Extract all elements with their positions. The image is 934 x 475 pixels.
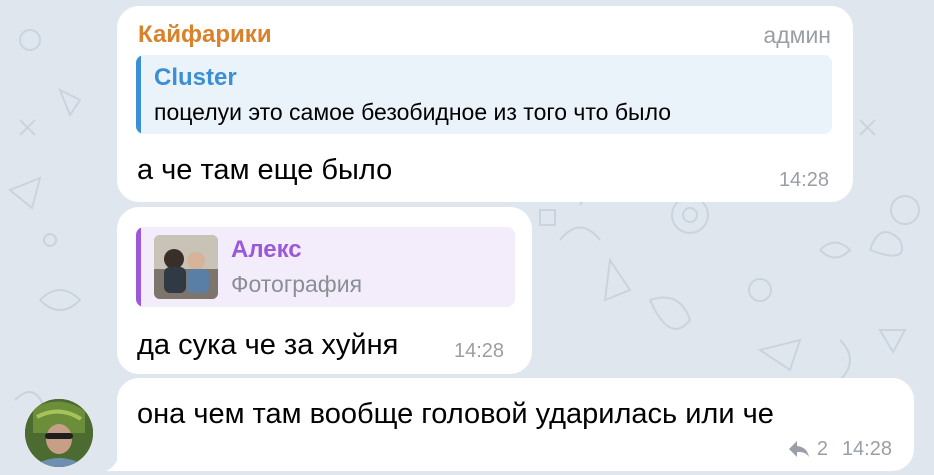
message-bubble-1[interactable]: Кайфарики админ Cluster поцелуи это само… [117, 6, 853, 202]
photo-thumbnail [154, 235, 218, 299]
message-text: а че там еще было [137, 154, 393, 186]
reply-bar [136, 55, 141, 134]
user-avatar[interactable] [25, 399, 93, 467]
reply-author: Алекс [231, 236, 302, 263]
reply-snippet: Фотография [231, 271, 363, 297]
bubble-tail [106, 453, 120, 471]
reply-arrow-icon [788, 441, 809, 457]
reply-author: Cluster [154, 64, 237, 91]
message-time: 14:28 [778, 169, 829, 191]
message-text: она чем там вообще головой ударилась или… [137, 398, 774, 430]
message-bubble-3[interactable]: она чем там вообще головой ударилась или… [117, 378, 914, 471]
reply-quote[interactable]: Cluster поцелуи это самое безобидное из … [136, 55, 832, 134]
message-bubble-2[interactable]: Алекс Фотография да сука че за хуйня 14:… [117, 207, 532, 374]
message-time: 14:28 [454, 340, 505, 362]
replies-count: 2 [816, 437, 828, 460]
sender-name[interactable]: Кайфарики [138, 21, 272, 49]
replies-indicator[interactable]: 2 14:28 [787, 436, 892, 462]
reply-quote[interactable]: Алекс Фотография [136, 227, 515, 307]
admin-badge: админ [763, 22, 831, 48]
reply-bar [136, 227, 141, 307]
message-text: да сука че за хуйня [137, 329, 399, 361]
reply-snippet: поцелуи это самое безобидное из того что… [154, 99, 672, 125]
message-time: 14:28 [841, 437, 892, 460]
